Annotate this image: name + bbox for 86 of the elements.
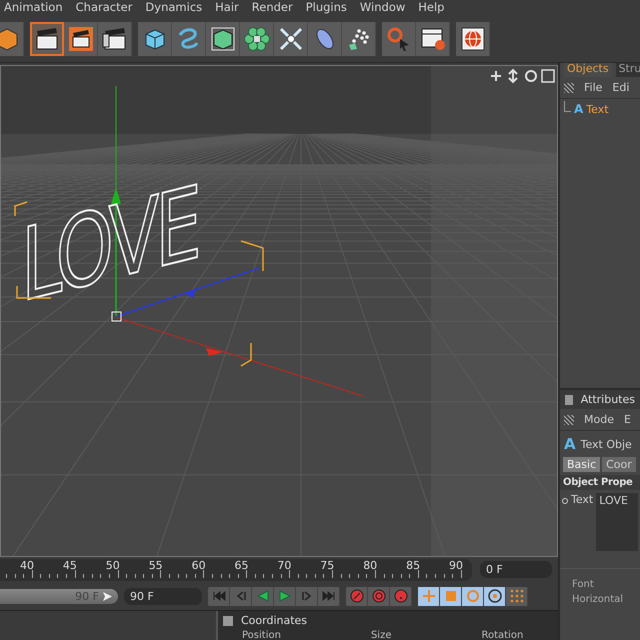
frame-label: 85 xyxy=(406,558,420,572)
skip-forward-icon xyxy=(300,590,314,602)
object-item[interactable]: A Text xyxy=(560,99,640,119)
origin-icon xyxy=(112,312,122,322)
menu-item[interactable]: Render xyxy=(252,0,293,16)
frame-label: 45 xyxy=(62,558,77,572)
panel-handle-icon[interactable] xyxy=(223,616,233,626)
arrow-icon xyxy=(103,592,112,601)
panel-tab[interactable]: Stru xyxy=(616,63,640,77)
panel-title: Coordinates xyxy=(241,614,308,627)
column-header: Rotation xyxy=(481,630,524,640)
frame-label: 65 xyxy=(234,558,248,572)
toolbar-button[interactable] xyxy=(206,22,240,56)
column-header: Position xyxy=(242,630,281,640)
attribute-tab[interactable]: Coor xyxy=(602,457,636,472)
menu-item[interactable]: Help xyxy=(418,0,444,16)
frame-label: 90 xyxy=(449,558,463,572)
skip-back-icon xyxy=(212,590,226,602)
toolbar-button[interactable] xyxy=(30,22,64,56)
clapperboard-icon xyxy=(66,25,94,53)
current-frame-field[interactable]: 0 F xyxy=(480,561,552,578)
text-object-icon: A xyxy=(564,435,576,453)
menu-item[interactable]: Edi xyxy=(612,81,630,94)
play-icon xyxy=(278,590,292,602)
mode-button[interactable] xyxy=(484,586,506,606)
mode-button[interactable] xyxy=(462,586,484,606)
move-icon xyxy=(422,589,436,604)
3d-viewport[interactable]: LOVE xyxy=(0,65,558,557)
attribute-tab[interactable]: Basic xyxy=(563,457,600,472)
field-label: Font xyxy=(560,568,640,592)
nav-icons-drawing[interactable] xyxy=(490,68,555,84)
menu-item[interactable]: Mode xyxy=(584,413,614,426)
text-area[interactable]: LOVE xyxy=(596,493,638,551)
toolbar-button[interactable] xyxy=(456,22,490,56)
cube-icon xyxy=(208,25,236,53)
frame-label: 75 xyxy=(320,558,334,572)
mode-button[interactable] xyxy=(440,586,462,606)
end-frame-field[interactable]: 90 F xyxy=(124,588,202,605)
toolbar-button[interactable] xyxy=(240,22,274,56)
mode-button[interactable] xyxy=(418,586,440,606)
parameter-icon xyxy=(488,589,502,604)
toolbar-button[interactable] xyxy=(138,22,172,56)
3d-text-object[interactable]: LOVE xyxy=(21,164,198,325)
help-icon xyxy=(394,589,408,604)
frame-label: 60 xyxy=(192,558,206,572)
bullet-icon xyxy=(562,498,568,504)
menu-item[interactable]: Character xyxy=(76,0,132,16)
panel-handle-icon[interactable] xyxy=(565,394,573,404)
globe-icon xyxy=(458,25,486,53)
toolbar-button[interactable] xyxy=(64,22,98,56)
grid-icon xyxy=(510,589,524,604)
flower-icon xyxy=(242,25,270,53)
frame-label: 80 xyxy=(363,558,378,572)
field-label: Horizontal xyxy=(571,593,624,607)
skip-forward-icon xyxy=(322,590,336,602)
menu-item[interactable]: File xyxy=(584,81,602,94)
autokey-icon xyxy=(372,589,386,604)
menu-item[interactable]: E xyxy=(624,413,631,426)
frame-label: 55 xyxy=(148,558,163,572)
frame-label: 40 xyxy=(20,558,34,572)
field-label: Text xyxy=(571,493,594,506)
menu-item[interactable]: Dynamics xyxy=(145,0,202,16)
reverse-play-icon xyxy=(256,590,270,602)
toolbar-button[interactable] xyxy=(342,22,376,56)
panel-tab[interactable]: Objects xyxy=(564,63,612,77)
menu-item[interactable]: Plugins xyxy=(306,0,347,16)
section-header: Object Prope xyxy=(560,475,640,490)
text-object-icon: A xyxy=(574,102,584,116)
object-name: Text Obje xyxy=(580,438,632,450)
menu-item[interactable]: Window xyxy=(360,0,406,16)
toolbar-button[interactable] xyxy=(274,22,308,56)
menu-item[interactable]: Animation xyxy=(4,0,63,16)
grip-icon xyxy=(564,414,574,424)
frame-label: 50 xyxy=(106,558,120,572)
record-icon xyxy=(350,589,364,604)
timeline-ruler[interactable]: 40 45 50 55 60 65 70 75 80 85 90 xyxy=(0,558,472,581)
column-header: Size xyxy=(370,630,392,640)
menu-item[interactable]: Hair xyxy=(215,0,239,16)
rotate-icon xyxy=(466,589,480,604)
scale-icon xyxy=(444,589,458,604)
panel-title: Attributes xyxy=(580,393,635,406)
toolbar-button[interactable] xyxy=(98,22,132,56)
toolbar-button[interactable] xyxy=(416,22,450,56)
frame-label: 70 xyxy=(277,558,292,572)
tree-line-icon xyxy=(564,100,571,112)
grip-icon xyxy=(564,82,574,92)
